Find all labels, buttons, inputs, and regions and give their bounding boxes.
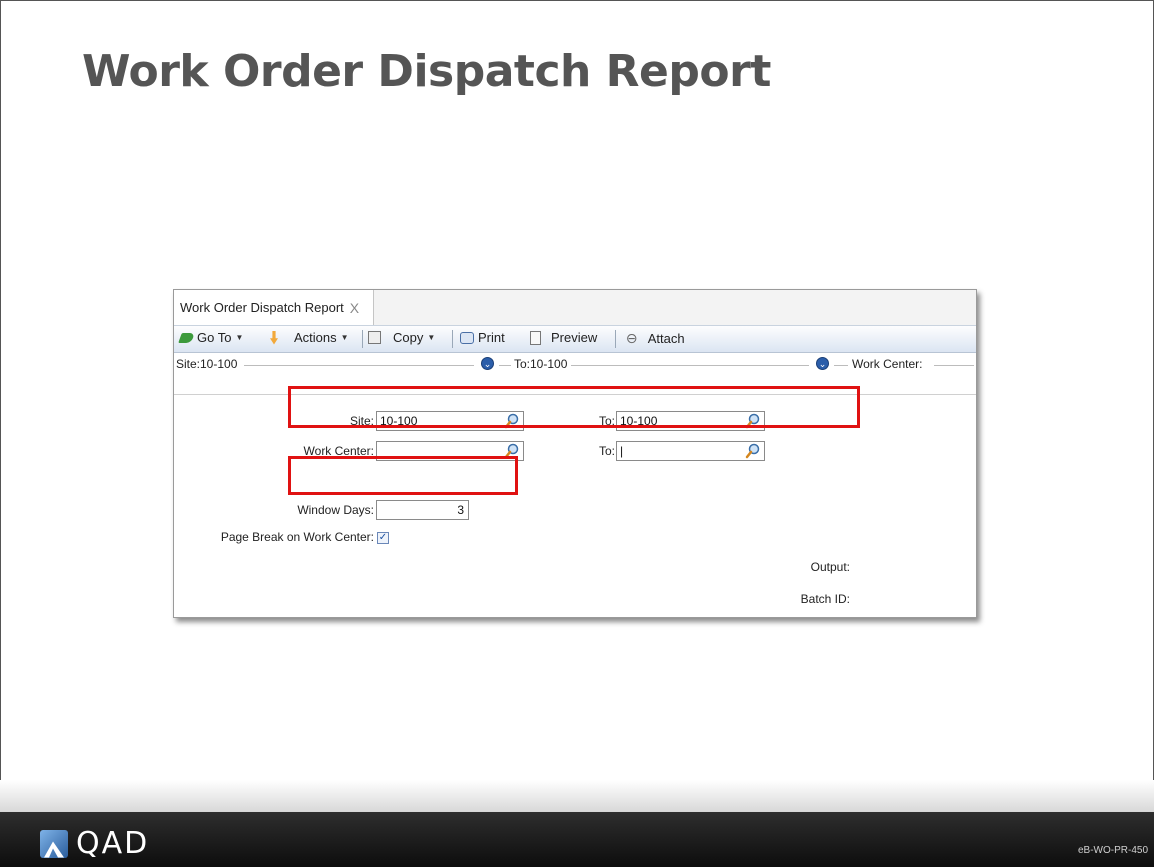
highlight-box-work-center (288, 456, 518, 495)
print-icon (460, 331, 474, 344)
paperclip-icon: ⊘ (622, 328, 643, 348)
toolbar: Go To ▼ Actions ▼ Copy ▼ Print Preview ⊘… (174, 326, 976, 353)
work-center-to-input[interactable]: | (616, 441, 765, 461)
goto-label: Go To (197, 330, 232, 345)
actions-button[interactable]: Actions ▼ (270, 330, 349, 345)
qad-logo-icon (40, 829, 68, 858)
batch-id-label: Batch ID: (800, 592, 850, 606)
tab-label: Work Order Dispatch Report (180, 300, 344, 315)
attach-button[interactable]: ⊘ Attach (622, 328, 685, 348)
copy-label: Copy (393, 330, 424, 345)
work-center-to-label: To: (598, 444, 615, 458)
print-button[interactable]: Print (460, 330, 505, 345)
toolbar-separator (615, 330, 616, 348)
summary-line (571, 365, 809, 366)
criteria-summary-bar: Site:10-100 ⌄ To:10-100 ⌄ Work Center: (174, 354, 976, 376)
summary-site: Site:10-100 (176, 357, 238, 371)
print-label: Print (478, 330, 505, 345)
dropdown-arrow-icon: ▼ (235, 333, 244, 342)
expand-chevron-icon[interactable]: ⌄ (481, 357, 494, 370)
preview-icon (530, 330, 541, 345)
preview-label: Preview (551, 330, 598, 345)
summary-line (499, 365, 511, 366)
window-days-label: Window Days: (297, 503, 374, 517)
slide-title: Work Order Dispatch Report (82, 46, 771, 97)
expand-chevron-icon[interactable]: ⌄ (816, 357, 829, 370)
summary-line (834, 365, 848, 366)
summary-to: To:10-100 (514, 357, 568, 371)
qad-logo-text: QAD (76, 826, 150, 861)
text-cursor: | (620, 444, 624, 458)
qad-logo: QAD (40, 826, 149, 861)
preview-button[interactable]: Preview (530, 330, 597, 345)
page-break-label: Page Break on Work Center: (220, 530, 374, 544)
dropdown-arrow-icon: ▼ (340, 333, 349, 342)
summary-line (934, 365, 974, 366)
summary-work-center: Work Center: (852, 357, 923, 371)
window-days-input[interactable]: 3 (376, 500, 469, 520)
actions-icon (270, 330, 278, 345)
close-icon[interactable]: X (350, 300, 359, 316)
copy-icon (368, 331, 381, 344)
dropdown-arrow-icon: ▼ (427, 333, 436, 342)
toolbar-separator (362, 330, 363, 348)
tab-work-order-dispatch-report[interactable]: Work Order Dispatch Report X (174, 290, 374, 325)
toolbar-separator (452, 330, 453, 348)
copy-button[interactable]: Copy ▼ (368, 330, 435, 345)
page-break-checkbox[interactable]: ✓ (377, 532, 389, 544)
slide-code: eB-WO-PR-450 (1077, 845, 1148, 856)
tab-bar: Work Order Dispatch Report X (174, 290, 976, 326)
attach-label: Attach (647, 331, 685, 346)
lookup-icon[interactable] (745, 443, 761, 459)
highlight-box-site-range (288, 386, 860, 428)
goto-button[interactable]: Go To ▼ (178, 330, 244, 345)
summary-line (244, 365, 474, 366)
output-label: Output: (810, 560, 850, 574)
actions-label: Actions (294, 330, 337, 345)
footer-bar (0, 812, 1154, 867)
footer-fade (0, 780, 1154, 812)
goto-icon (178, 332, 195, 343)
app-window: Work Order Dispatch Report X Go To ▼ Act… (173, 289, 977, 618)
